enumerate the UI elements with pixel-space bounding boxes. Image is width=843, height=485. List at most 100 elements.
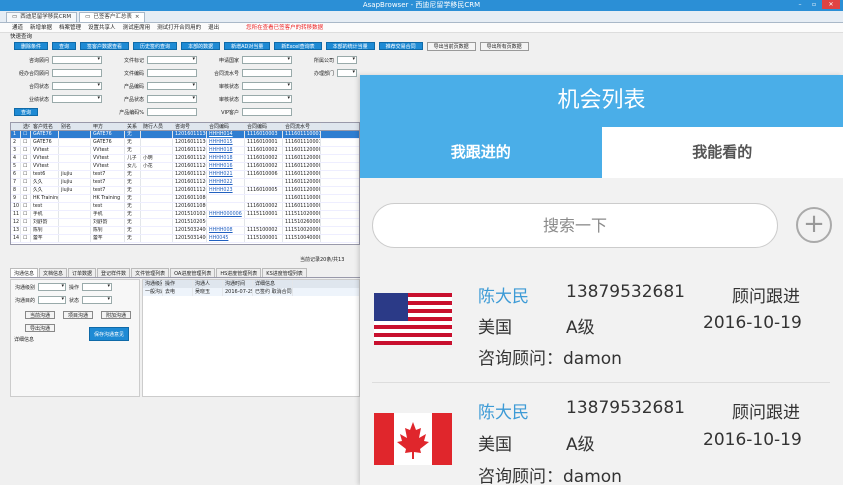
table-row[interactable]: 1☐GATE76GATE76无120160111300001HHHH014111… (11, 131, 359, 139)
table-row[interactable]: 3☐VVtestVVtest无120160111200004HHHH018111… (11, 147, 359, 155)
row-checkbox[interactable]: ☐ (21, 203, 31, 210)
text-field[interactable] (242, 69, 292, 77)
detail-tab[interactable]: HS进度管理列表 (216, 268, 262, 277)
maximize-icon[interactable]: ▫ (808, 0, 820, 9)
dropdown-field[interactable] (147, 82, 197, 90)
menu-item[interactable]: 测试打开合同用的 (157, 23, 201, 32)
dropdown-field[interactable] (337, 56, 357, 64)
dropdown-field[interactable] (242, 82, 292, 90)
table-cell[interactable]: HH0045 (207, 235, 245, 242)
row-checkbox[interactable]: ☐ (21, 211, 31, 218)
table-row[interactable]: 7☐久久jiujiutest7无 120160111200002HHHH022 11… (11, 179, 359, 187)
menu-item[interactable]: 档案管理 (59, 23, 81, 32)
project-comm-button[interactable]: 项目沟通 (63, 311, 94, 319)
dropdown-field[interactable] (242, 56, 292, 64)
dropdown-field[interactable] (52, 56, 102, 64)
table-row[interactable]: 9☐HK TrainingHK Training无120160110800001… (11, 195, 359, 203)
history-row[interactable]: 一般沟通级别 去电 吴晓玉 2016-07-25 已签约 取消合同 (143, 288, 359, 296)
client-name[interactable]: 陈大民 (478, 398, 529, 423)
row-checkbox[interactable]: ☐ (21, 147, 31, 154)
row-checkbox[interactable]: ☐ (21, 195, 31, 202)
export-all-button[interactable]: 导出所有页数据 (479, 42, 529, 51)
tab-my-follow-ups[interactable]: 我跟进的 (360, 127, 602, 178)
row-checkbox[interactable]: ☐ (21, 163, 31, 170)
toolbar-button[interactable]: 查询 (52, 42, 77, 50)
table-row[interactable]: 10☐testtest无1201601108000021116010002111… (11, 203, 359, 211)
row-checkbox[interactable]: ☐ (21, 187, 31, 194)
opportunity-card[interactable]: 陈大民 13879532681 顾问跟进 美国 A级 2016-10-19 咨询… (360, 260, 843, 370)
dropdown-field[interactable] (52, 82, 102, 90)
export-page-button[interactable]: 导出当前页数据 (426, 42, 476, 51)
toolbar-button[interactable]: 历史签约查询 (133, 42, 178, 50)
table-row[interactable]: 4☐VVtestVVtest儿子小明120160111200004HHHH018… (11, 155, 359, 163)
dropdown-field[interactable] (82, 296, 113, 304)
dropdown-field[interactable] (147, 56, 197, 64)
menu-item[interactable]: 设置共享人 (88, 23, 116, 32)
grid-header-cell[interactable]: 关系 (125, 123, 141, 130)
row-checkbox[interactable]: ☐ (21, 131, 31, 138)
detail-tab[interactable]: 沟通信息 (10, 268, 39, 277)
export-comm-button[interactable]: 导出沟通 (25, 324, 56, 332)
menu-item[interactable]: 退出 (208, 23, 219, 32)
table-row[interactable]: 14☐蕾芊蕾芊无120150314000002HH004511151000011… (11, 235, 359, 243)
text-field[interactable] (52, 69, 102, 77)
row-checkbox[interactable]: ☐ (21, 219, 31, 226)
detail-tab[interactable]: 登记样件数 (97, 268, 131, 277)
save-comm-button[interactable]: 保存沟通意见 (89, 327, 130, 341)
row-checkbox[interactable]: ☐ (21, 139, 31, 146)
attach-comm-button[interactable]: 附加沟通 (101, 311, 132, 319)
table-cell[interactable]: HHHH008 (207, 227, 245, 234)
table-cell[interactable]: HHHH018 (207, 155, 245, 162)
current-comm-button[interactable]: 当前沟通 (25, 311, 56, 319)
detail-tab[interactable]: 文档信息 (39, 268, 68, 277)
menu-item[interactable]: 新增单据 (30, 23, 52, 32)
text-field[interactable] (147, 69, 197, 77)
minimize-icon[interactable]: – (794, 0, 806, 9)
opportunity-card[interactable]: 陈大民 13879532681 顾问跟进 美国 A级 2016-10-19 咨询… (360, 383, 843, 485)
detail-tab[interactable]: 订单数据 (68, 268, 97, 277)
table-row[interactable]: 11☐手机手机无120151010200003HHHH0000061115110… (11, 211, 359, 219)
table-row[interactable]: 6☐test6jiujiutest7无 120160111200003HHHH02… (11, 171, 359, 179)
table-row[interactable]: 12☐刘舒韵刘舒韵无1201510205000011115102600001 (11, 219, 359, 227)
table-cell[interactable] (207, 195, 245, 202)
grid-header-cell[interactable]: 选中 (21, 123, 31, 130)
dropdown-field[interactable] (52, 95, 102, 103)
text-field[interactable] (242, 108, 292, 116)
grid-header-cell[interactable]: 合同编码 (245, 123, 283, 130)
client-name[interactable]: 陈大民 (478, 282, 529, 307)
table-row[interactable]: 5☐VVtestVVtest女儿小花120160111200004HHHH016… (11, 163, 359, 171)
detail-tab[interactable]: OA进度管理列表 (170, 268, 216, 277)
search-input[interactable]: 搜索一下 (372, 203, 778, 248)
dropdown-field[interactable] (147, 95, 197, 103)
tab-close-icon[interactable]: × (135, 13, 140, 22)
table-cell[interactable]: HHHH016 (207, 163, 245, 170)
table-cell[interactable] (207, 219, 245, 226)
table-cell[interactable]: HHHH015 (207, 139, 245, 146)
close-icon[interactable]: ✕ (822, 0, 840, 9)
dropdown-field[interactable] (337, 69, 357, 77)
table-cell[interactable]: HHHH022 (207, 179, 245, 186)
row-checkbox[interactable]: ☐ (21, 179, 31, 186)
row-checkbox[interactable]: ☐ (21, 227, 31, 234)
toolbar-button[interactable]: 本部的统计当量 (325, 42, 375, 50)
dropdown-field[interactable] (38, 283, 67, 291)
table-cell[interactable]: HHHH000006 (207, 211, 245, 218)
grid-header-cell[interactable]: 别名 (59, 123, 91, 130)
grid-header-cell[interactable]: 随行人员 (141, 123, 173, 130)
table-cell[interactable]: HHHH021 (207, 171, 245, 178)
toolbar-button[interactable]: 新Excel查询表 (274, 42, 322, 50)
toolbar-button[interactable]: 签客户数据查看 (80, 42, 130, 50)
table-cell[interactable]: HHHH014 (207, 131, 245, 138)
menu-item[interactable]: 测试座席用 (123, 23, 151, 32)
plus-icon[interactable]: + (796, 207, 832, 243)
row-checkbox[interactable]: ☐ (21, 235, 31, 242)
table-cell[interactable]: HHHH018 (207, 147, 245, 154)
table-row[interactable]: 13☐陈钊陈钊无120150324000001HHHH0081115100002… (11, 227, 359, 235)
dropdown-field[interactable] (38, 296, 67, 304)
search-button[interactable]: 查询 (14, 108, 39, 116)
dropdown-field[interactable] (242, 95, 292, 103)
table-row[interactable]: 2☐GATE76GATE76无120160111300001HHHH015111… (11, 139, 359, 147)
table-row[interactable]: 8☐久久jiujiutest7无120160111200002HHHH02311… (11, 187, 359, 195)
row-checkbox[interactable]: ☐ (21, 155, 31, 162)
tab-visible-to-me[interactable]: 我能看的 (602, 127, 843, 178)
